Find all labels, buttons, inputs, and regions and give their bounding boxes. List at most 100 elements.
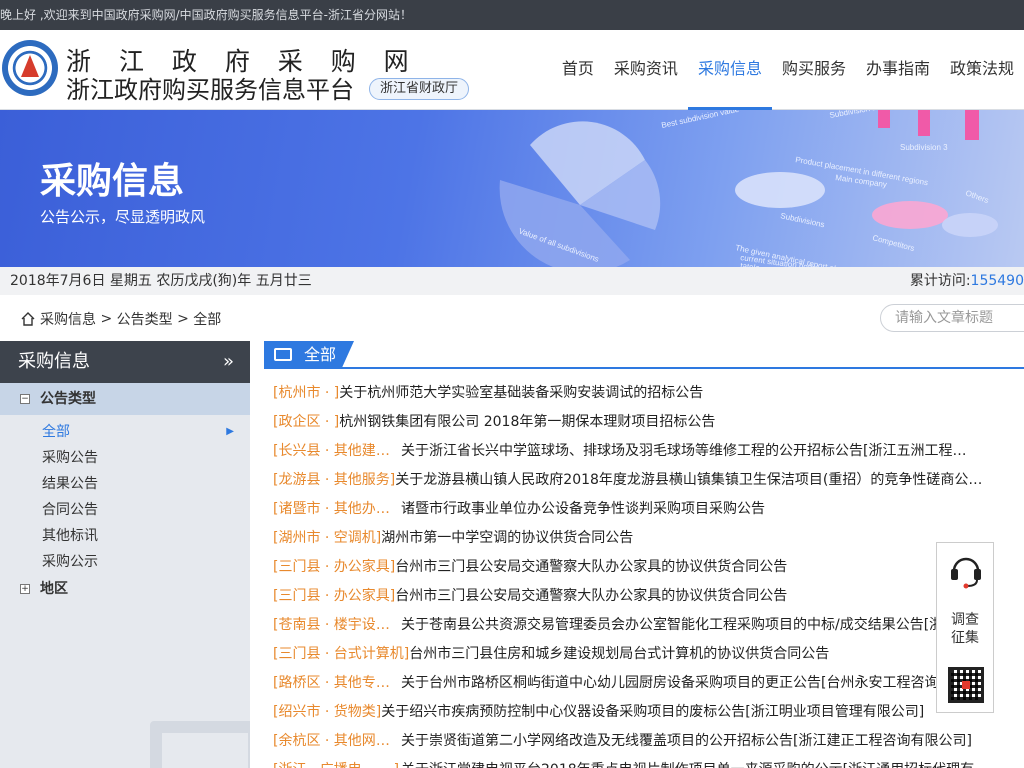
survey-label-line1: 调查 [951, 612, 979, 628]
sidebar-item-label: 其他标讯 [42, 528, 98, 544]
sidebar-item-label: 全部 [42, 424, 70, 440]
notice-region-tag[interactable]: [绍兴市 · 货物类] [273, 698, 381, 727]
expand-icon[interactable]: + [20, 584, 30, 594]
notice-region-tag[interactable]: [三门县 · 台式计算机] [273, 640, 409, 669]
notice-region-tag[interactable]: [三门县 · 办公家具] [273, 582, 395, 611]
breadcrumb-item-2[interactable]: 公告类型 [117, 309, 173, 329]
banner-art-label: Others [964, 188, 990, 205]
sidebar-header: 采购信息 » [0, 341, 250, 383]
sidebar-item-label: 采购公告 [42, 450, 98, 466]
nav-item[interactable]: 采购信息 [687, 30, 772, 110]
main-nav: 首页 采购资讯 采购信息 购买服务 办事指南 政策法规 [552, 30, 1024, 110]
notice-title-link[interactable]: 关于龙游县横山镇人民政府2018年度龙游县横山镇集镇卫生保洁项目(重招）的竞争性… [395, 472, 982, 488]
notice-title-link[interactable]: 湖州市第一中学空调的协议供货合同公告 [381, 530, 633, 546]
notice-title-link[interactable]: 关于崇贤街道第二小学网络改造及无线覆盖项目的公开招标公告[浙江建正工程咨询有限公… [401, 733, 972, 749]
sidebar-item[interactable]: 采购公示 [0, 549, 250, 575]
notice-title-link[interactable]: 关于浙江省长兴中学篮球场、排球场及羽毛球场等维修工程的公开招标公告[浙江五洲工程… [401, 443, 966, 459]
site-title-line2: 浙江政府购买服务信息平台 [66, 76, 354, 104]
survey-label-line2: 征集 [951, 630, 979, 646]
sidebar-item[interactable]: 其他标讯 [0, 523, 250, 549]
nav-item[interactable]: 办事指南 [856, 30, 940, 110]
notice-row[interactable]: [三门县 · 办公家具]台州市三门县公安局交通警察大队办公家具的协议供货合同公告 [264, 582, 1024, 611]
sidebar-item[interactable]: 采购公告 [0, 445, 250, 471]
notice-region-tag[interactable]: [余杭区 · 其他网… ] [273, 727, 401, 756]
banner-title: 采购信息 [40, 161, 185, 202]
breadcrumb: 采购信息 > 公告类型 > 全部 [20, 309, 221, 329]
notice-row[interactable]: [龙游县 · 其他服务]关于龙游县横山镇人民政府2018年度龙游县横山镇集镇卫生… [264, 466, 1024, 495]
breadcrumb-item-1[interactable]: 采购信息 [40, 309, 96, 329]
visit-counter: 累计访问:155490 [910, 267, 1024, 295]
dept-badge[interactable]: 浙江省财政厅 [369, 78, 470, 100]
notice-title-link[interactable]: 台州市三门县公安局交通警察大队办公家具的协议供货合同公告 [395, 588, 787, 604]
breadcrumb-sep: > [172, 311, 194, 327]
notice-title-link[interactable]: 关于苍南县公共资源交易管理委员会办公室智能化工程采购项目的中标/成交结果公告[浙 [401, 617, 943, 633]
welcome-text: 晚上好 ,欢迎来到中国政府采购网/中国政府购买服务信息平台-浙江省分网站！ [0, 8, 413, 22]
notice-region-tag[interactable]: [诸暨市 · 其他办… ] [273, 495, 401, 524]
tab-all[interactable]: 全部 [264, 341, 354, 369]
notice-title-link[interactable]: 关于杭州师范大学实验室基础装备采购安装调试的招标公告 [339, 385, 703, 401]
sidebar-item-label: 采购公示 [42, 554, 98, 570]
notice-title-link[interactable]: 台州市三门县公安局交通警察大队办公家具的协议供货合同公告 [395, 559, 787, 575]
page-banner: Best subdivision value Subdivision 2 Subdi… [0, 110, 1024, 267]
sidebar-region-label: 地区 [40, 581, 68, 597]
notice-title-link[interactable]: 关于绍兴市疾病预防控制中心仪器设备采购项目的废标公告[浙江明业项目管理有限公司] [381, 704, 924, 720]
banner-art-label: Subdivisions [780, 211, 826, 229]
notice-region-tag[interactable]: [政企区 · ] [273, 408, 339, 437]
sidebar-item[interactable]: 结果公告 [0, 471, 250, 497]
sidebar-group-region[interactable]: + 地区 [0, 575, 250, 603]
notice-row[interactable]: [浙江 · 广播电… ]关于浙江党建电视平台2018年重点电视片制作项目单一来源… [264, 756, 1024, 768]
breadcrumb-item-3: 全部 [193, 312, 222, 328]
banner-chart-illustration: Best subdivision value Subdivision 2 Subdi… [499, 110, 998, 267]
nav-item[interactable]: 采购资讯 [604, 30, 688, 110]
notice-region-tag[interactable]: [长兴县 · 其他建… ] [273, 437, 401, 466]
site-header: 浙 江 政 府 采 购 网 浙江政府购买服务信息平台 浙江省财政厅 首页 采购资讯… [0, 30, 1024, 110]
notice-row[interactable]: [绍兴市 · 货物类]关于绍兴市疾病预防控制中心仪器设备采购项目的废标公告[浙江… [264, 698, 1024, 727]
notice-title-link[interactable]: 关于浙江党建电视平台2018年重点电视片制作项目单一来源采购的公示[浙江通用招标… [401, 762, 974, 768]
nav-item[interactable]: 首页 [552, 30, 604, 110]
sidebar-item-label: 合同公告 [42, 502, 98, 518]
sidebar-item[interactable]: 合同公告 [0, 497, 250, 523]
banner-art-label: Subdivision 3 [900, 143, 948, 152]
content-header: 全部 [264, 341, 1024, 369]
notice-row[interactable]: [路桥区 · 其他专… ] 关于台州市路桥区桐屿街道中心幼儿园厨房设备采购项目的更… [264, 669, 1024, 698]
survey-link[interactable]: 调查 征集 [937, 611, 993, 647]
notice-row[interactable]: [杭州市 · ]关于杭州师范大学实验室基础装备采购安装调试的招标公告 [264, 379, 1024, 408]
sidebar: 采购信息 » − 公告类型 全部 ▶ 采购公告结果公告合同公告其他标讯采购公示 + … [0, 341, 250, 768]
notice-region-tag[interactable]: [路桥区 · 其他专… ] [273, 669, 401, 698]
nav-item[interactable]: 购买服务 [772, 30, 856, 110]
notice-region-tag[interactable]: [浙江 · 广播电… ] [273, 756, 401, 768]
sidebar-group-notice-type[interactable]: − 公告类型 [0, 383, 250, 415]
notice-row[interactable]: [政企区 · ]杭州钢铁集团有限公司 2018年第一期保本理财项目招标公告 [264, 408, 1024, 437]
double-chevron-right-icon[interactable]: » [223, 341, 234, 383]
nav-item[interactable]: 政策法规 [940, 30, 1024, 110]
notice-row[interactable]: [三门县 · 办公家具]台州市三门县公安局交通警察大队办公家具的协议供货合同公告 [264, 553, 1024, 582]
sidebar-group-label: 公告类型 [40, 391, 96, 407]
current-date: 2018年7月6日 星期五 农历戊戌(狗)年 五月廿三 [10, 273, 312, 289]
collapse-icon[interactable]: − [20, 394, 30, 404]
notice-row[interactable]: [长兴县 · 其他建… ] 关于浙江省长兴中学篮球场、排球场及羽毛球场等维修工程的… [264, 437, 1024, 466]
notice-region-tag[interactable]: [龙游县 · 其他服务] [273, 466, 395, 495]
notice-title-link[interactable]: 关于台州市路桥区桐屿街道中心幼儿园厨房设备采购项目的更正公告[台州永安工程咨询 [401, 675, 938, 691]
notice-row[interactable]: [湖州市 · 空调机]湖州市第一中学空调的协议供货合同公告 [264, 524, 1024, 553]
sidebar-decoration [150, 721, 250, 768]
notice-row[interactable]: [三门县 · 台式计算机]台州市三门县住房和城乡建设规划局台式计算机的协议供货合… [264, 640, 1024, 669]
visit-counter-value: 155490 [970, 273, 1024, 289]
article-search-input[interactable] [880, 304, 1024, 332]
notice-title-link[interactable]: 台州市三门县住房和城乡建设规划局台式计算机的协议供货合同公告 [409, 646, 829, 662]
notice-row[interactable]: [苍南县 · 楼宇设… ] 关于苍南县公共资源交易管理委员会办公室智能化工程采购项… [264, 611, 1024, 640]
tab-all-label: 全部 [304, 345, 337, 364]
notice-row[interactable]: [余杭区 · 其他网… ] 关于崇贤街道第二小学网络改造及无线覆盖项目的公开招标公… [264, 727, 1024, 756]
sidebar-item[interactable]: 全部 ▶ [0, 419, 250, 445]
date-bar: 2018年7月6日 星期五 农历戊戌(狗)年 五月廿三 累计访问:155490 [0, 267, 1024, 295]
notice-region-tag[interactable]: [苍南县 · 楼宇设… ] [273, 611, 401, 640]
notice-title-link[interactable]: 杭州钢铁集团有限公司 2018年第一期保本理财项目招标公告 [339, 414, 715, 430]
notice-title-link[interactable]: 诸暨市行政事业单位办公设备竞争性谈判采购项目采购公告 [401, 501, 765, 517]
site-logo[interactable] [2, 40, 58, 96]
breadcrumb-row: 采购信息 > 公告类型 > 全部 [0, 295, 1024, 341]
notice-region-tag[interactable]: [三门县 · 办公家具] [273, 553, 395, 582]
notice-row[interactable]: [诸暨市 · 其他办… ] 诸暨市行政事业单位办公设备竞争性谈判采购项目采购公告 [264, 495, 1024, 524]
notice-region-tag[interactable]: [湖州市 · 空调机] [273, 524, 381, 553]
home-icon[interactable] [20, 311, 36, 327]
notice-region-tag[interactable]: [杭州市 · ] [273, 379, 339, 408]
headset-icon[interactable] [949, 551, 983, 589]
